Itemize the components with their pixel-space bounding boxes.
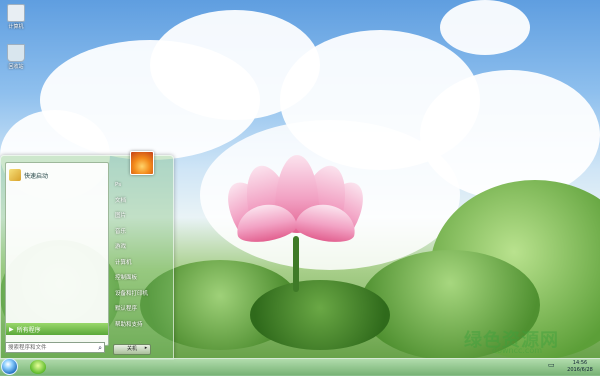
start-menu-item[interactable]: 文档 [111, 194, 169, 210]
taskbar: ▭ 14:56 2016/6/28 [0, 358, 600, 376]
start-menu-item[interactable]: 音乐 [111, 225, 169, 241]
clock[interactable]: 14:56 2016/6/28 [562, 360, 598, 374]
start-menu-item[interactable]: 控制面板 [111, 271, 169, 287]
pinned-program-label: 快速启动 [24, 172, 49, 180]
taskbar-app-icon[interactable] [30, 360, 46, 374]
start-menu-item[interactable]: 帮助和支持 [111, 318, 169, 334]
watermark-sub: downcc.com [492, 346, 543, 355]
cloud [440, 0, 530, 55]
start-menu-programs-pane: 快速启动 ▶ 所有程序 [5, 162, 109, 346]
start-button[interactable] [1, 358, 18, 375]
start-menu-item[interactable]: 游戏 [111, 240, 169, 256]
recycle-bin-icon [7, 44, 25, 62]
computer-icon [7, 4, 25, 22]
system-tray: ▭ [548, 361, 555, 369]
start-menu-item[interactable]: Ps [111, 178, 169, 194]
pinned-program[interactable]: 快速启动 [9, 168, 105, 182]
start-menu: 快速启动 ▶ 所有程序 Ps 文档 图片 音乐 游戏 计算机 控制面板 设备和打… [0, 151, 174, 360]
desktop-icon-label: 计算机 [8, 24, 24, 30]
search-input[interactable]: 搜索程序和文件 ⌕ [5, 342, 105, 353]
all-programs-label: 所有程序 [16, 326, 41, 334]
start-menu-item[interactable]: 设备和打印机 [111, 287, 169, 303]
start-menu-item[interactable]: 计算机 [111, 256, 169, 272]
arrow-right-icon: ▶ [9, 325, 14, 333]
all-programs-button[interactable]: ▶ 所有程序 [6, 323, 108, 335]
start-menu-item[interactable]: 默认程序 [111, 302, 169, 318]
clock-date: 2016/6/28 [567, 367, 593, 373]
desktop-icon-computer[interactable]: 计算机 [2, 4, 30, 30]
desktop-icon-label: 回收站 [8, 64, 24, 70]
desktop-icon-recycle-bin[interactable]: 回收站 [2, 44, 30, 70]
lotus-leaf [250, 280, 390, 350]
start-menu-right-list: Ps 文档 图片 音乐 游戏 计算机 控制面板 设备和打印机 默认程序 帮助和支… [111, 178, 169, 333]
search-icon[interactable]: ⌕ [98, 344, 102, 353]
network-icon[interactable]: ▭ [548, 361, 555, 369]
user-picture[interactable] [130, 151, 154, 175]
shutdown-options-icon[interactable]: ▸ [142, 344, 150, 353]
lotus-stem [293, 236, 299, 292]
start-menu-item[interactable]: 图片 [111, 209, 169, 225]
clock-time: 14:56 [572, 360, 588, 366]
search-placeholder: 搜索程序和文件 [8, 345, 47, 351]
program-icon [9, 169, 21, 181]
